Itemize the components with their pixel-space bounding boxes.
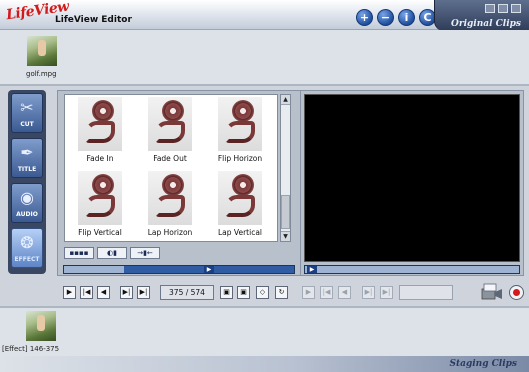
- film-reel-icon: [218, 97, 262, 151]
- preview-first-button[interactable]: |◀: [320, 286, 333, 299]
- camera-icon[interactable]: [481, 283, 503, 301]
- golf-thumbnail[interactable]: [26, 311, 56, 341]
- title-bar: LifeView LifeView Editor + − i C Origina…: [0, 0, 529, 31]
- record-button[interactable]: [509, 285, 524, 300]
- staging-clip-label: [Effect] 146-375: [2, 345, 60, 353]
- effect-fade-out[interactable]: Fade Out: [135, 97, 205, 171]
- scroll-down-icon[interactable]: ▼: [281, 231, 290, 241]
- audio-tool-button[interactable]: ◉ AUDIO: [11, 183, 43, 223]
- effect-flip-vertical[interactable]: Flip Vertical: [65, 171, 135, 241]
- scroll-thumb[interactable]: [281, 195, 290, 229]
- staging-clips-area: [Effect] 146-375 Staging Clips: [0, 306, 529, 372]
- film-reel-icon: [78, 97, 122, 151]
- effects-timeline-slider[interactable]: ▶: [63, 265, 295, 274]
- audio-label: AUDIO: [16, 211, 38, 218]
- play-button[interactable]: ▶: [63, 286, 76, 299]
- mark-out-button[interactable]: ▣: [237, 286, 250, 299]
- lifeview-editor-window: LifeView LifeView Editor + − i C Origina…: [0, 0, 529, 372]
- preview-play-button[interactable]: ▶: [302, 286, 315, 299]
- add-button[interactable]: +: [356, 9, 373, 26]
- first-frame-button[interactable]: |◀: [80, 286, 93, 299]
- effect-fade-in[interactable]: Fade In: [65, 97, 135, 171]
- cut-tool-button[interactable]: ✂ CUT: [11, 93, 43, 133]
- close-button[interactable]: [511, 4, 521, 13]
- golf-thumbnail[interactable]: [27, 36, 57, 66]
- effect-label: Lap Vertical: [218, 228, 262, 237]
- reel-button[interactable]: ◐▮: [97, 247, 127, 259]
- frame-counter: 375 / 574: [160, 285, 214, 300]
- mark-in-button[interactable]: ▣: [220, 286, 233, 299]
- preview-last-button[interactable]: ▶|: [380, 286, 393, 299]
- original-clips-area: golf.mpg: [0, 30, 529, 86]
- staging-title-bar: Staging Clips: [0, 356, 529, 372]
- video-screen: [304, 94, 520, 262]
- film-reel-icon: [148, 171, 192, 225]
- maximize-button[interactable]: [498, 4, 508, 13]
- effect-tool-button[interactable]: ❂ EFFECT: [11, 228, 43, 268]
- effects-scrollbar[interactable]: ▲ ▼: [280, 94, 291, 242]
- effect-label: Fade Out: [153, 154, 187, 163]
- effect-label: Flip Vertical: [78, 228, 122, 237]
- effect-flip-horizon[interactable]: Flip Horizon: [205, 97, 275, 171]
- transport-bar: ▶ |◀ ◀ ▶| ▶| 375 / 574 ▣ ▣ ◇ ↻ ▶ |◀ ◀ ▶|…: [0, 278, 529, 306]
- last-frame-button[interactable]: ▶|: [137, 286, 150, 299]
- effect-label: EFFECT: [14, 256, 40, 263]
- tool-panel: ✂ CUT ✒ TITLE ◉ AUDIO ❂ EFFECT: [8, 90, 46, 274]
- minimize-button[interactable]: [485, 4, 495, 13]
- scissors-icon: ✂: [20, 98, 34, 117]
- title-tool-button[interactable]: ✒ TITLE: [11, 138, 43, 178]
- cut-label: CUT: [20, 121, 34, 128]
- original-clips-title: Original Clips: [450, 19, 521, 29]
- preview-counter: [399, 285, 453, 300]
- effects-grid: Fade In Fade Out Flip Horizon Flip Verti…: [64, 94, 278, 242]
- speaker-icon: ◉: [20, 188, 34, 207]
- preview-timeline-slider[interactable]: ▶: [304, 265, 520, 274]
- title-label: TITLE: [17, 166, 37, 173]
- effects-panel: Fade In Fade Out Flip Horizon Flip Verti…: [57, 90, 301, 276]
- film-reel-icon: [78, 171, 122, 225]
- remove-button[interactable]: −: [377, 9, 394, 26]
- scroll-up-icon[interactable]: ▲: [281, 95, 290, 105]
- next-frame-button[interactable]: ▶|: [120, 286, 133, 299]
- film-reel-icon: [218, 171, 262, 225]
- effect-label: Flip Horizon: [217, 154, 263, 163]
- trim-button[interactable]: →▮←: [130, 247, 160, 259]
- film-reel-icon: [148, 97, 192, 151]
- eraser-button[interactable]: ◇: [256, 286, 269, 299]
- preview-prev-button[interactable]: ◀: [338, 286, 351, 299]
- swirl-icon: ❂: [20, 233, 34, 252]
- app-title: LifeView Editor: [55, 15, 132, 25]
- preview-panel: ▶: [300, 90, 524, 276]
- filmstrip-button[interactable]: ▪▪▪▪: [64, 247, 94, 259]
- original-clips-tab: Original Clips: [434, 0, 529, 31]
- effect-lap-horizon[interactable]: Lap Horizon: [135, 171, 205, 241]
- pen-icon: ✒: [20, 143, 34, 162]
- preview-next-button[interactable]: ▶|: [362, 286, 375, 299]
- effect-label: Fade In: [86, 154, 114, 163]
- info-button[interactable]: i: [398, 9, 415, 26]
- preview-marker-icon[interactable]: ▶: [307, 266, 317, 273]
- effect-label: Lap Horizon: [147, 228, 193, 237]
- staging-clips-title: Staging Clips: [449, 359, 517, 369]
- slider-marker-icon[interactable]: ▶: [204, 266, 214, 273]
- clip-name: golf.mpg: [26, 70, 57, 78]
- refresh-button[interactable]: ↻: [275, 286, 288, 299]
- prev-frame-button[interactable]: ◀: [97, 286, 110, 299]
- effect-lap-vertical[interactable]: Lap Vertical: [205, 171, 275, 241]
